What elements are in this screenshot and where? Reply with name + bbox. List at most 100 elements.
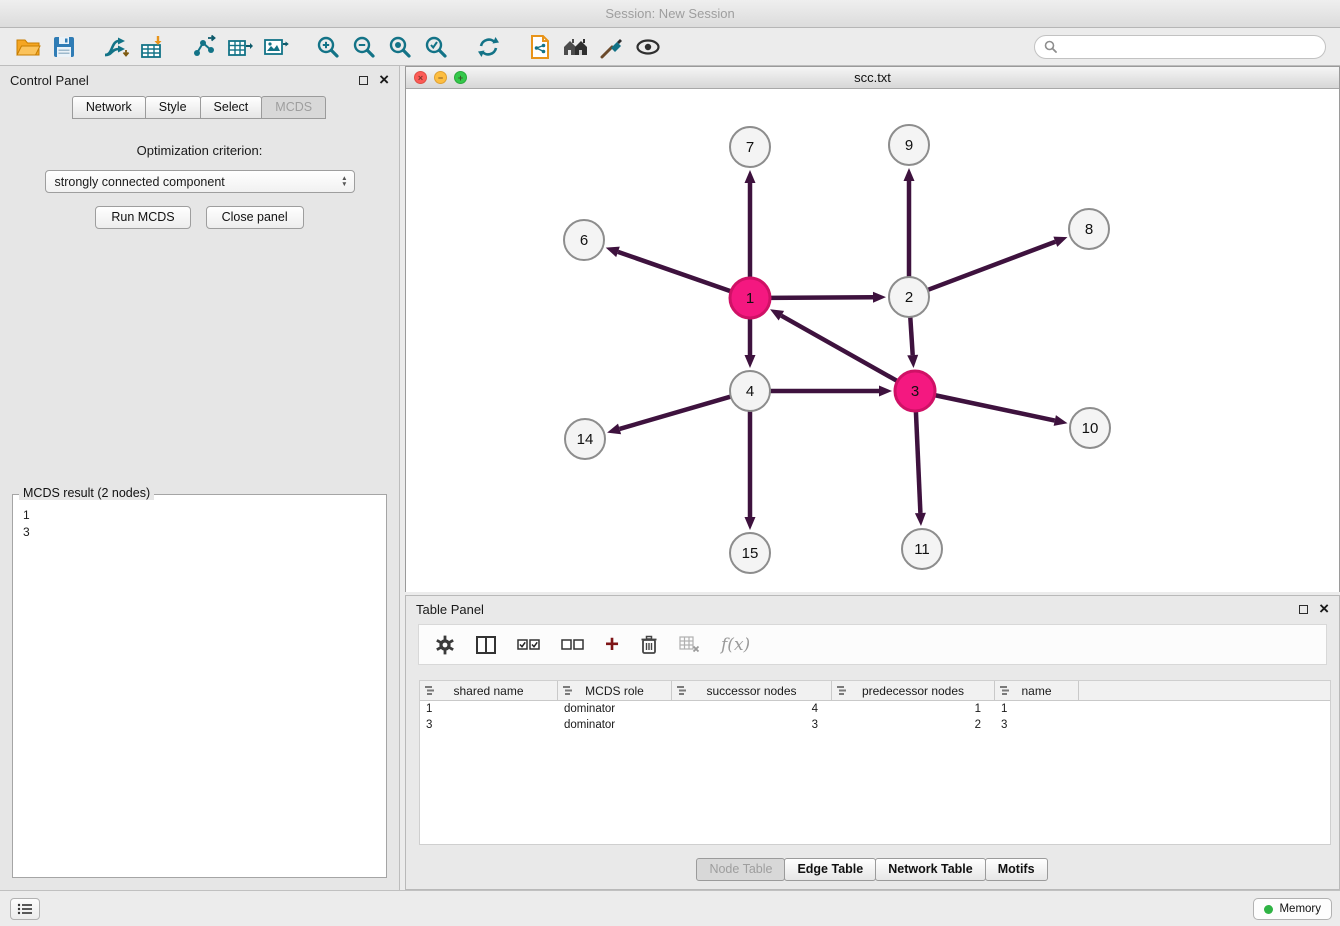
status-bar: Memory — [0, 890, 1340, 926]
edge-arrow-4-14 — [607, 424, 621, 435]
column-header-name[interactable]: name — [995, 681, 1079, 700]
network-graph[interactable]: 7968124314101511 — [406, 89, 1339, 592]
homes-icon — [562, 35, 590, 59]
table-row[interactable]: 1dominator411 — [420, 701, 1330, 717]
columns-icon — [476, 636, 496, 654]
node-label-11: 11 — [914, 541, 930, 558]
minimize-window-icon[interactable]: − — [434, 71, 447, 84]
column-header-successor-nodes[interactable]: successor nodes — [672, 681, 832, 700]
search-field[interactable] — [1034, 35, 1326, 59]
delete-column-button[interactable] — [640, 635, 658, 655]
tab-mcds[interactable]: MCDS — [261, 96, 326, 119]
function-builder-button[interactable]: f(x) — [721, 635, 750, 655]
zoom-in-button[interactable] — [310, 32, 346, 62]
open-session-button[interactable] — [10, 32, 46, 62]
panel-menu-button[interactable] — [10, 898, 40, 920]
zoom-out-button[interactable] — [346, 32, 382, 62]
main-toolbar — [0, 28, 1340, 66]
export-network-button[interactable] — [186, 32, 222, 62]
run-mcds-button[interactable]: Run MCDS — [95, 206, 190, 229]
zoom-fit-button[interactable] — [382, 32, 418, 62]
show-columns-button[interactable] — [476, 636, 496, 654]
zoom-in-icon — [316, 35, 340, 59]
add-column-button[interactable]: + — [605, 635, 619, 655]
search-input[interactable] — [1062, 40, 1316, 54]
table-cell: 3 — [995, 719, 1079, 731]
zoom-selected-button[interactable] — [418, 32, 454, 62]
window-title: Session: New Session — [605, 6, 734, 21]
save-session-button[interactable] — [46, 32, 82, 62]
import-network-button[interactable] — [98, 32, 134, 62]
maximize-window-icon[interactable]: + — [454, 71, 467, 84]
edge-1-2[interactable] — [770, 297, 873, 298]
table-row[interactable]: 3dominator323 — [420, 717, 1330, 733]
import-table-button[interactable] — [134, 32, 170, 62]
float-panel-icon[interactable] — [359, 76, 368, 85]
tab-select[interactable]: Select — [200, 96, 263, 119]
edge-arrow-4-15 — [745, 517, 756, 530]
column-header-MCDS-role[interactable]: MCDS role — [558, 681, 672, 700]
mcds-result-list[interactable]: 13 — [19, 505, 380, 871]
table-tabs: Node TableEdge TableNetwork TableMotifs — [406, 858, 1339, 881]
select-stepper-icon: ▲ ▼ — [341, 176, 349, 188]
mcds-result-title: MCDS result (2 nodes) — [19, 486, 154, 500]
close-window-icon[interactable]: × — [414, 71, 427, 84]
column-type-icon — [676, 685, 687, 696]
close-panel-button[interactable]: Close panel — [206, 206, 304, 229]
column-type-icon — [424, 685, 435, 696]
table-cell: 3 — [420, 719, 558, 731]
table-body: 1dominator4113dominator323 — [420, 701, 1330, 733]
edge-3-10[interactable] — [935, 395, 1055, 420]
node-label-14: 14 — [577, 431, 594, 448]
home-button[interactable] — [558, 32, 594, 62]
eye-icon — [635, 36, 661, 58]
table-header-row: shared nameMCDS rolesuccessor nodesprede… — [420, 681, 1330, 701]
export-table-button[interactable] — [222, 32, 258, 62]
node-label-8: 8 — [1085, 221, 1093, 238]
control-panel-tabs: NetworkStyleSelectMCDS — [0, 96, 399, 119]
memory-status-icon — [1264, 905, 1273, 914]
edge-1-6[interactable] — [618, 252, 731, 292]
open-folder-icon — [15, 35, 41, 59]
close-table-panel-icon[interactable]: × — [1319, 603, 1329, 615]
edge-2-8[interactable] — [928, 242, 1056, 290]
refresh-layout-button[interactable] — [470, 32, 506, 62]
gear-icon — [435, 635, 455, 655]
table-panel-header: Table Panel × — [406, 596, 1339, 622]
graphics-details-button[interactable] — [594, 32, 630, 62]
export-table-icon — [227, 35, 253, 59]
memory-button[interactable]: Memory — [1253, 898, 1332, 920]
column-header-shared-name[interactable]: shared name — [420, 681, 558, 700]
tab-node-table[interactable]: Node Table — [696, 858, 785, 881]
column-type-icon — [836, 685, 847, 696]
edge-3-11[interactable] — [916, 411, 921, 513]
table-cell: dominator — [558, 703, 672, 715]
edge-3-1[interactable] — [781, 316, 897, 382]
import-public-network-button[interactable] — [522, 32, 558, 62]
column-header-predecessor-nodes[interactable]: predecessor nodes — [832, 681, 995, 700]
tab-network[interactable]: Network — [72, 96, 146, 119]
edge-arrow-3-10 — [1054, 415, 1068, 426]
table-cell: 1 — [995, 703, 1079, 715]
export-image-button[interactable] — [258, 32, 294, 62]
float-table-panel-icon[interactable] — [1299, 605, 1308, 614]
tab-network-table[interactable]: Network Table — [875, 858, 986, 881]
select-all-rows-button[interactable] — [517, 639, 540, 651]
tab-style[interactable]: Style — [145, 96, 201, 119]
edge-4-14[interactable] — [620, 397, 731, 429]
deselect-all-rows-button[interactable] — [561, 639, 584, 651]
optimization-select[interactable]: strongly connected component ▲ ▼ — [45, 170, 355, 193]
show-hide-button[interactable] — [630, 32, 666, 62]
tab-motifs[interactable]: Motifs — [985, 858, 1048, 881]
close-panel-icon[interactable]: × — [379, 74, 389, 86]
table-cell: 2 — [832, 719, 995, 731]
tab-edge-table[interactable]: Edge Table — [784, 858, 876, 881]
table-cell: 1 — [832, 703, 995, 715]
edge-arrow-1-4 — [745, 355, 756, 368]
table-cell: dominator — [558, 719, 672, 731]
node-label-3: 3 — [911, 383, 919, 400]
edge-arrow-2-3 — [907, 355, 918, 368]
network-window-titlebar[interactable]: × − + scc.txt — [406, 67, 1339, 89]
edge-2-3[interactable] — [910, 317, 912, 355]
table-settings-button[interactable] — [435, 635, 455, 655]
